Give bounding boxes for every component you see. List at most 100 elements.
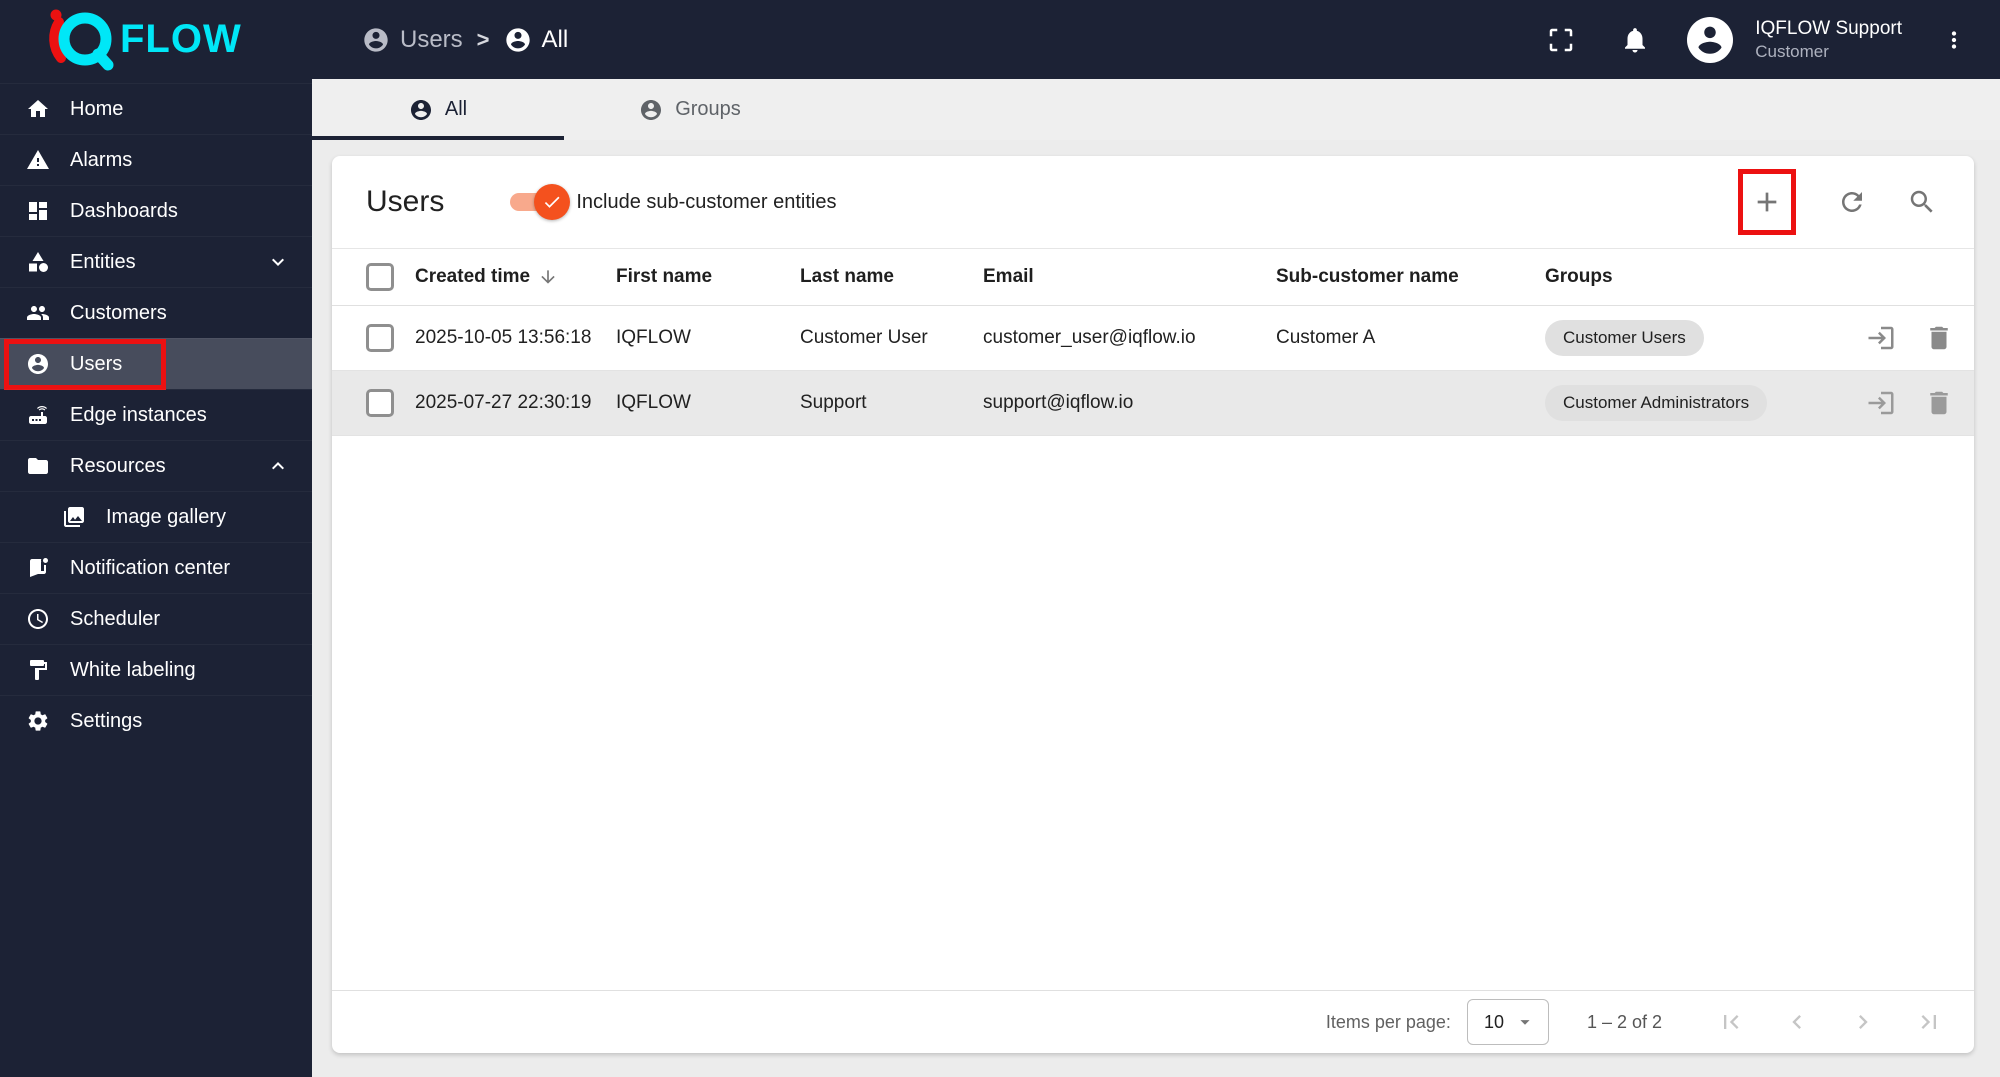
sidebar-item-label: White labeling bbox=[70, 658, 196, 681]
brand-logo[interactable]: FLOW bbox=[0, 0, 312, 79]
group-chip[interactable]: Customer Users bbox=[1545, 320, 1704, 356]
sidebar-item-dashboards[interactable]: Dashboards bbox=[0, 185, 312, 236]
sidebar-item-label: Alarms bbox=[70, 148, 133, 171]
include-subcustomer-toggle[interactable]: Include sub-customer entities bbox=[510, 184, 836, 220]
search-button[interactable] bbox=[1900, 180, 1944, 224]
table-row[interactable]: 2025-10-05 13:56:18 IQFLOW Customer User… bbox=[332, 306, 1974, 371]
column-header-last-name[interactable]: Last name bbox=[800, 266, 983, 288]
breadcrumb-section[interactable]: Users bbox=[362, 26, 463, 54]
row-checkbox[interactable] bbox=[366, 324, 394, 352]
column-header-sub-customer[interactable]: Sub-customer name bbox=[1276, 266, 1545, 288]
tab-groups-label: Groups bbox=[675, 98, 741, 120]
chevron-left-icon bbox=[1792, 1015, 1801, 1029]
refresh-button[interactable] bbox=[1830, 180, 1874, 224]
select-all-checkbox[interactable] bbox=[366, 263, 394, 291]
cell-created-time: 2025-10-05 13:56:18 bbox=[415, 327, 592, 348]
page-size-select[interactable]: 10 bbox=[1466, 999, 1549, 1045]
notifications-button[interactable] bbox=[1613, 18, 1657, 62]
home-icon bbox=[28, 100, 48, 117]
sidebar-item-home[interactable]: Home bbox=[0, 83, 312, 134]
dashboard-icon bbox=[29, 202, 47, 220]
user-icon bbox=[505, 27, 530, 52]
column-header-created-time[interactable]: Created time bbox=[415, 266, 616, 288]
login-icon bbox=[1868, 326, 1894, 350]
previous-page-button[interactable] bbox=[1780, 1005, 1814, 1039]
column-header-email[interactable]: Email bbox=[983, 266, 1276, 288]
top-bar: FLOW Users > All IQFLOW Support Customer bbox=[0, 0, 2000, 79]
category-icon bbox=[29, 252, 48, 272]
card-toolbar: Users Include sub-customer entities bbox=[332, 156, 1974, 249]
users-table: Created time First name Last name Email … bbox=[332, 249, 1974, 1053]
column-header-first-name[interactable]: First name bbox=[616, 266, 800, 288]
folder-icon bbox=[28, 458, 48, 474]
cell-sub-customer: Customer A bbox=[1276, 327, 1376, 348]
next-page-button[interactable] bbox=[1846, 1005, 1880, 1039]
column-header-groups[interactable]: Groups bbox=[1545, 266, 1865, 288]
sidebar-item-label: Edge instances bbox=[70, 403, 207, 426]
people-icon bbox=[27, 306, 49, 320]
cell-first-name: IQFLOW bbox=[616, 392, 691, 413]
row-checkbox[interactable] bbox=[366, 389, 394, 417]
tab-groups[interactable]: Groups bbox=[564, 79, 816, 140]
sidebar-item-entities[interactable]: Entities bbox=[0, 236, 312, 287]
sidebar: Home Alarms Dashboards Entities Customer… bbox=[0, 79, 312, 1077]
logo-text: FLOW bbox=[120, 17, 242, 61]
breadcrumb-page[interactable]: All bbox=[504, 26, 568, 54]
fullscreen-button[interactable] bbox=[1539, 18, 1583, 62]
group-chip[interactable]: Customer Administrators bbox=[1545, 385, 1768, 421]
main-area: All Groups Users Include sub-customer en… bbox=[312, 79, 2000, 1077]
user-icon bbox=[364, 27, 388, 52]
sidebar-item-customers[interactable]: Customers bbox=[0, 287, 312, 338]
table-row[interactable]: 2025-07-27 22:30:19 IQFLOW Support suppo… bbox=[332, 371, 1974, 436]
tab-all[interactable]: All bbox=[312, 79, 564, 140]
app-window: FLOW Users > All IQFLOW Support Customer… bbox=[0, 0, 2000, 1077]
paginator-nav bbox=[1714, 1005, 1946, 1039]
sidebar-item-edge-instances[interactable]: Edge instances bbox=[0, 389, 312, 440]
avatar-person-icon bbox=[1698, 26, 1722, 54]
table-toolbar-actions bbox=[1738, 169, 1944, 235]
fullscreen-icon bbox=[1549, 28, 1573, 51]
user-info[interactable]: IQFLOW Support Customer bbox=[1755, 17, 1902, 62]
avatar[interactable] bbox=[1687, 16, 1734, 63]
trash-icon bbox=[1930, 391, 1948, 415]
user-icon bbox=[641, 99, 662, 120]
bell-icon bbox=[1625, 27, 1646, 52]
add-user-button[interactable] bbox=[1745, 180, 1789, 224]
sidebar-item-label: Users bbox=[70, 352, 123, 375]
sidebar-item-image-gallery[interactable]: Image gallery bbox=[0, 491, 312, 542]
login-as-user-button[interactable] bbox=[1866, 388, 1896, 418]
paint-icon bbox=[30, 660, 47, 680]
clock-icon bbox=[28, 609, 48, 629]
sidebar-item-users[interactable]: Users bbox=[0, 338, 312, 390]
sidebar-item-resources[interactable]: Resources bbox=[0, 440, 312, 491]
plus-icon bbox=[1757, 192, 1777, 212]
photo-library-icon bbox=[64, 507, 84, 527]
login-as-user-button[interactable] bbox=[1866, 323, 1896, 353]
user-role: Customer bbox=[1755, 41, 1829, 61]
sidebar-item-notification-center[interactable]: Notification center bbox=[0, 542, 312, 593]
sidebar-item-scheduler[interactable]: Scheduler bbox=[0, 593, 312, 644]
delete-user-button[interactable] bbox=[1924, 323, 1954, 353]
sidebar-item-white-labeling[interactable]: White labeling bbox=[0, 644, 312, 695]
sort-arrow-down-icon bbox=[541, 270, 555, 284]
sidebar-item-label: Resources bbox=[70, 454, 166, 477]
breadcrumb: Users > All bbox=[362, 26, 568, 54]
cell-email: support@iqflow.io bbox=[983, 392, 1134, 413]
page-title: Users bbox=[366, 185, 445, 218]
first-page-button[interactable] bbox=[1714, 1005, 1748, 1039]
sidebar-item-label: Scheduler bbox=[70, 607, 161, 630]
refresh-icon bbox=[1842, 192, 1862, 212]
delete-user-button[interactable] bbox=[1924, 388, 1954, 418]
last-page-button[interactable] bbox=[1912, 1005, 1946, 1039]
table-header-row: Created time First name Last name Email … bbox=[332, 249, 1974, 306]
chevron-up-icon bbox=[272, 462, 284, 470]
toggle-track[interactable] bbox=[510, 184, 571, 220]
paginator: Items per page: 10 1 – 2 of 2 bbox=[332, 990, 1974, 1053]
tab-bar: All Groups bbox=[312, 79, 2000, 140]
first-page-icon bbox=[1724, 1015, 1739, 1029]
sidebar-item-settings[interactable]: Settings bbox=[0, 695, 312, 746]
warning-icon bbox=[27, 150, 49, 169]
annotation-rect-add bbox=[1738, 169, 1796, 235]
more-menu-button[interactable] bbox=[1932, 18, 1976, 62]
sidebar-item-alarms[interactable]: Alarms bbox=[0, 134, 312, 185]
